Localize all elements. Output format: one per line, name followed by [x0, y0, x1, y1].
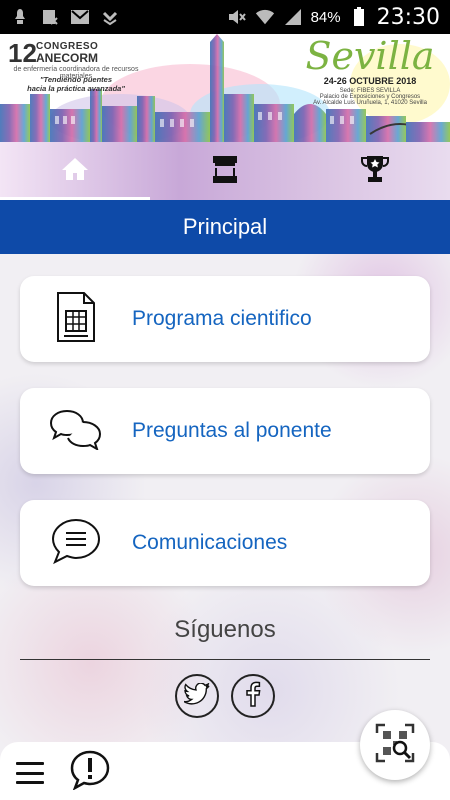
- hamburger-icon: [16, 762, 44, 765]
- mail-icon: [70, 7, 90, 27]
- twitter-icon: [183, 681, 210, 710]
- congress-number: 12: [8, 38, 37, 68]
- qr-scan-button[interactable]: [360, 710, 430, 780]
- event-address: Av. Alcalde Luis Uruñuela, 1, 41020 Sevi…: [313, 100, 427, 106]
- trophy-icon: [360, 154, 390, 189]
- document-icon: [56, 291, 96, 348]
- battery-icon: [349, 7, 369, 27]
- exclamation-bubble-icon: [70, 750, 110, 794]
- mute-icon: [227, 7, 247, 27]
- twitter-button[interactable]: [175, 674, 219, 718]
- congress-tagline-1: "Tendiendo puentes: [39, 75, 113, 84]
- status-bar: 84% 23:30: [0, 0, 450, 34]
- follow-divider: [20, 659, 430, 660]
- menu-card-questions[interactable]: Preguntas al ponente: [20, 388, 430, 474]
- page-title-bar: Principal: [0, 200, 450, 254]
- message-icon: [50, 517, 102, 570]
- main-tabs: [0, 142, 450, 200]
- facebook-button[interactable]: [231, 674, 275, 718]
- home-icon: [60, 156, 90, 187]
- follow-us-title: Síguenos: [174, 616, 276, 643]
- menu-button[interactable]: [16, 762, 44, 784]
- alert-button[interactable]: [70, 750, 110, 795]
- tab-awards[interactable]: [300, 142, 450, 200]
- facebook-icon: [245, 681, 261, 712]
- page-title: Principal: [182, 214, 268, 239]
- battery-level: 84%: [310, 8, 341, 26]
- clock: 23:30: [376, 4, 440, 30]
- sim-icon: [40, 7, 60, 27]
- tab-home[interactable]: [0, 142, 150, 200]
- signal-icon: [283, 7, 303, 27]
- qr-scan-icon: [375, 723, 415, 768]
- menu-card-label: Programa cientifico: [132, 307, 312, 330]
- download-icon: [100, 7, 120, 27]
- menu-card-label: Preguntas al ponente: [132, 419, 332, 442]
- congress-tagline-2: hacia la práctica avanzada": [27, 84, 125, 93]
- congress-banner: 12 CONGRESO ANECORM de enfermería coordi…: [0, 34, 450, 142]
- notification-icon: [10, 7, 30, 27]
- stand-icon: [211, 154, 239, 189]
- congress-org: ANECORM: [36, 51, 98, 65]
- tab-stands[interactable]: [150, 142, 300, 200]
- event-location-block: Sevilla 24-26 OCTUBRE 2018 Sede: FIBES S…: [300, 36, 440, 106]
- chat-bubbles-icon: [49, 408, 103, 455]
- menu-card-communications[interactable]: Comunicaciones: [20, 500, 430, 586]
- menu-card-label: Comunicaciones: [132, 531, 288, 554]
- event-city: Sevilla: [305, 34, 435, 78]
- wifi-icon: [255, 7, 275, 27]
- menu-card-program[interactable]: Programa cientifico: [20, 276, 430, 362]
